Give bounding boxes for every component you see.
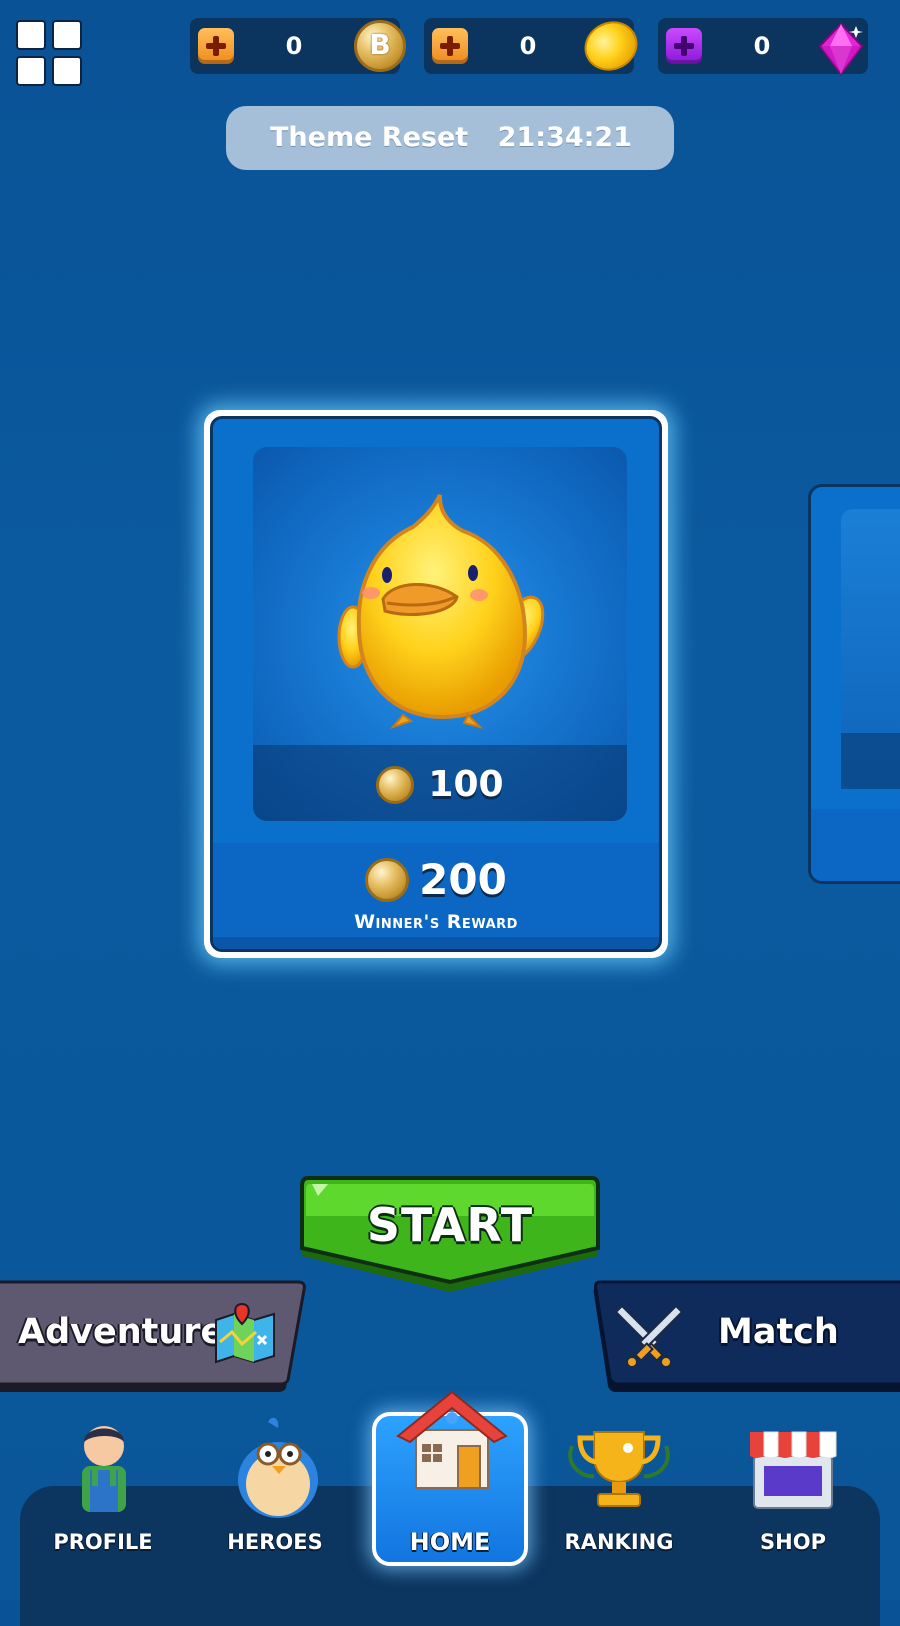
- add-gold-coin-button[interactable]: [432, 28, 468, 64]
- entry-price: 100: [253, 745, 627, 821]
- reward-amount: 200: [419, 855, 507, 904]
- theme-reset-countdown: 21:34:21: [497, 122, 632, 153]
- start-label: START: [366, 1198, 534, 1252]
- add-gem-button[interactable]: [666, 28, 702, 64]
- gem-amount: 0: [753, 32, 771, 60]
- profile-icon: [82, 1426, 126, 1512]
- nav-shop[interactable]: SHOP: [718, 1412, 868, 1582]
- b-token-icon: [376, 765, 415, 804]
- shop-icon: [750, 1431, 837, 1509]
- penguin-icon: [238, 1417, 318, 1518]
- adventure-label: Adventure: [18, 1312, 225, 1352]
- add-b-token-button[interactable]: [198, 28, 234, 64]
- theme-card[interactable]: 100 200 Winner's Reward: [204, 410, 668, 958]
- currency-gold-coin: 0: [424, 12, 646, 80]
- match-label: Match: [718, 1312, 839, 1352]
- reward-panel: 200 Winner's Reward: [213, 843, 659, 949]
- adventure-button[interactable]: Adventure: [0, 1280, 308, 1394]
- currency-gem: 0: [658, 18, 868, 76]
- nav-profile[interactable]: PROFILE: [28, 1412, 178, 1582]
- menu-grid-button[interactable]: [16, 20, 82, 86]
- gold-coin-amount: 0: [519, 32, 537, 60]
- nav-heroes-label: HEROES: [227, 1530, 323, 1554]
- match-button[interactable]: Match: [592, 1280, 900, 1394]
- nav-ranking[interactable]: RANKING: [544, 1412, 694, 1582]
- grid-cell-icon: [52, 56, 82, 86]
- grid-cell-icon: [16, 20, 46, 50]
- nav-profile-label: PROFILE: [53, 1530, 153, 1554]
- theme-reset-banner: Theme Reset 21:34:21: [226, 106, 674, 170]
- currency-b-token: 0 B: [190, 18, 406, 74]
- nav-home-label: HOME: [409, 1528, 491, 1556]
- nav-shop-label: SHOP: [760, 1530, 826, 1554]
- crossed-swords-icon: [614, 1304, 684, 1368]
- nav-heroes[interactable]: HEROES: [200, 1412, 350, 1582]
- house-icon: [396, 1390, 508, 1489]
- gem-icon: [818, 22, 864, 76]
- reward-label: Winner's Reward: [354, 911, 518, 933]
- b-token-amount: 0: [285, 32, 303, 60]
- nav-ranking-label: RANKING: [564, 1530, 674, 1554]
- grid-cell-icon: [52, 20, 82, 50]
- map-icon: [215, 1302, 275, 1364]
- trophy-icon: [568, 1431, 670, 1507]
- theme-reset-label: Theme Reset: [270, 122, 469, 153]
- b-token-icon: B: [354, 20, 406, 72]
- b-token-icon: [365, 857, 410, 902]
- start-button[interactable]: START: [298, 1176, 602, 1298]
- nav-home[interactable]: HOME: [372, 1390, 528, 1566]
- entry-price-value: 100: [428, 764, 504, 805]
- next-theme-card[interactable]: [808, 484, 900, 884]
- card-image: 100: [253, 447, 627, 821]
- grid-cell-icon: [16, 56, 46, 86]
- gold-coin-icon: [576, 12, 646, 80]
